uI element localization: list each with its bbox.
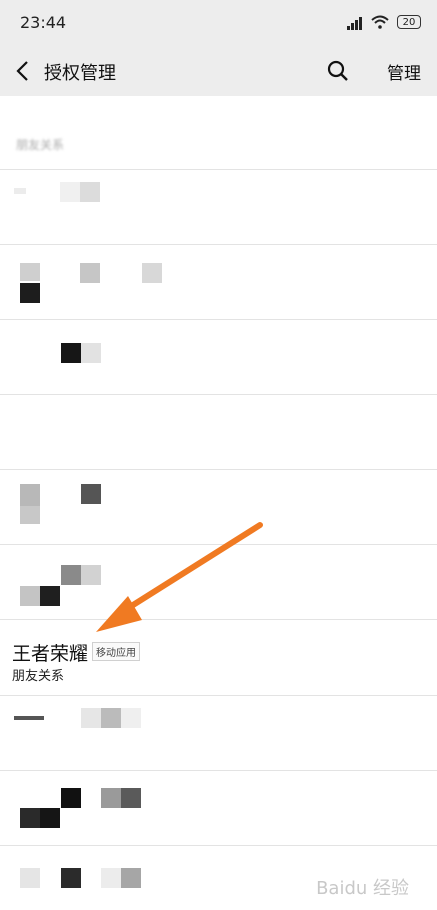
list-item[interactable]	[0, 696, 437, 771]
app-type-badge: 移动应用	[92, 642, 140, 661]
nav-bar: 授权管理 管理	[0, 46, 437, 96]
status-time: 23:44	[20, 13, 67, 32]
list-item[interactable]	[0, 170, 437, 245]
pixelated-block	[61, 343, 81, 363]
pixelated-block	[81, 484, 101, 504]
pixelated-block	[101, 788, 121, 808]
list-item[interactable]	[0, 395, 437, 470]
pixelated-block	[40, 586, 60, 606]
list-item[interactable]	[0, 545, 437, 620]
list-item-subtitle: 朋友关系	[16, 138, 65, 152]
pixelated-block	[14, 716, 44, 720]
search-icon[interactable]	[325, 56, 351, 86]
pixelated-block	[60, 182, 80, 202]
pixelated-block	[14, 188, 26, 194]
pixelated-block	[142, 263, 162, 283]
status-bar: 23:44 20	[0, 0, 437, 46]
page-title: 授权管理	[44, 63, 116, 84]
pixelated-block	[20, 506, 40, 524]
pixelated-block	[20, 484, 40, 506]
pixelated-block	[121, 788, 141, 808]
pixelated-block	[20, 586, 40, 606]
app-list-item[interactable]: 王者荣耀 移动应用 朋友关系	[0, 620, 437, 696]
list-item[interactable]: 朋友关系	[0, 96, 437, 170]
pixelated-block	[121, 868, 141, 888]
list-item[interactable]	[0, 771, 437, 846]
wifi-icon	[371, 15, 389, 29]
app-permission-label: 朋友关系	[12, 669, 65, 684]
pixelated-block	[121, 708, 141, 728]
pixelated-block	[80, 182, 100, 202]
app-name: 王者荣耀	[12, 643, 89, 665]
pixelated-block	[61, 565, 81, 585]
list-item[interactable]	[0, 245, 437, 320]
pixelated-block	[20, 263, 40, 281]
pixelated-block	[81, 343, 101, 363]
pixelated-block	[80, 263, 100, 283]
pixelated-block	[20, 283, 40, 303]
pixelated-block	[101, 868, 121, 888]
battery-icon: 20	[397, 15, 421, 29]
pixelated-block	[61, 788, 81, 808]
signal-icon	[347, 16, 365, 30]
pixelated-block	[81, 708, 101, 728]
list-item[interactable]	[0, 320, 437, 395]
pixelated-block	[81, 565, 101, 585]
pixelated-block	[61, 868, 81, 888]
list-item[interactable]	[0, 470, 437, 545]
watermark: Baidu 经验	[316, 878, 409, 899]
pixelated-block	[20, 808, 40, 828]
pixelated-block	[101, 708, 121, 728]
manage-button[interactable]: 管理	[387, 59, 421, 84]
pixelated-block	[40, 808, 60, 828]
back-arrow-icon[interactable]	[12, 56, 36, 86]
pixelated-block	[20, 868, 40, 888]
